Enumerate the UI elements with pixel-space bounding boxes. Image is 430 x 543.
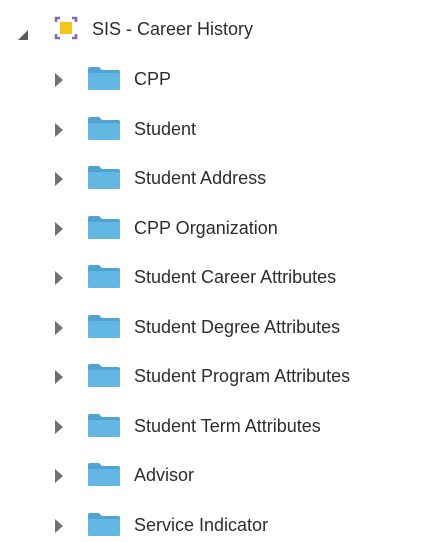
tree-folder-label: Advisor	[134, 465, 195, 485]
collapsed-arrow-icon[interactable]	[55, 469, 63, 483]
expanded-arrow-icon[interactable]	[18, 30, 28, 40]
collapsed-arrow-icon[interactable]	[55, 271, 63, 285]
tree-folder-node[interactable]: Student Career Attributes	[0, 261, 430, 295]
tree-folder-node[interactable]: CPP	[0, 63, 430, 97]
collapsed-arrow-icon[interactable]	[55, 419, 63, 434]
folder-icon	[88, 512, 120, 536]
folder-icon	[88, 364, 120, 387]
collapsed-arrow-icon[interactable]	[55, 320, 63, 335]
tree-folder-label: CPP	[134, 69, 172, 89]
folder-icon	[88, 463, 120, 486]
collapsed-arrow-icon[interactable]	[55, 172, 63, 186]
folder-icon	[88, 413, 120, 437]
collapsed-arrow-icon[interactable]	[55, 73, 63, 87]
folder-icon	[88, 314, 120, 338]
tree-folder-label: Student Term Attributes	[134, 415, 321, 436]
folder-icon	[88, 166, 120, 189]
folder-icon	[88, 265, 120, 288]
folder-icon	[88, 67, 120, 90]
tree-root-node[interactable]: SIS - Career History	[0, 10, 430, 44]
tree-folder-node[interactable]: Service Indicator	[0, 509, 430, 543]
tree-root-label: SIS - Career History	[92, 19, 254, 39]
collapsed-arrow-icon[interactable]	[55, 370, 63, 384]
subject-area-icon	[54, 16, 78, 40]
tree-folder-node[interactable]: Student Program Attributes	[0, 360, 430, 394]
tree-folder-node[interactable]: Student Address	[0, 162, 430, 196]
tree-folder-node[interactable]: Advisor	[0, 459, 430, 493]
subject-area-tree: SIS - Career History CPP Student Student A…	[0, 0, 430, 539]
tree-folder-label: Student Address	[134, 168, 267, 188]
collapsed-arrow-icon[interactable]	[55, 122, 63, 137]
tree-folder-node[interactable]: Student	[0, 113, 430, 147]
tree-folder-label: Student Program Attributes	[134, 366, 351, 386]
collapsed-arrow-icon[interactable]	[55, 221, 63, 236]
tree-folder-node[interactable]: CPP Organization	[0, 212, 430, 246]
tree-folder-label: Student	[134, 118, 197, 139]
collapsed-arrow-icon[interactable]	[55, 518, 63, 533]
tree-folder-label: Student Career Attributes	[134, 267, 337, 287]
folder-icon	[88, 215, 120, 239]
folder-icon	[88, 116, 120, 140]
tree-folder-node[interactable]: Student Degree Attributes	[0, 311, 430, 345]
tree-folder-node[interactable]: Student Term Attributes	[0, 410, 430, 444]
tree-folder-label: Student Degree Attributes	[134, 316, 341, 337]
tree-folder-label: Service Indicator	[134, 514, 269, 535]
tree-folder-label: CPP Organization	[134, 217, 278, 238]
